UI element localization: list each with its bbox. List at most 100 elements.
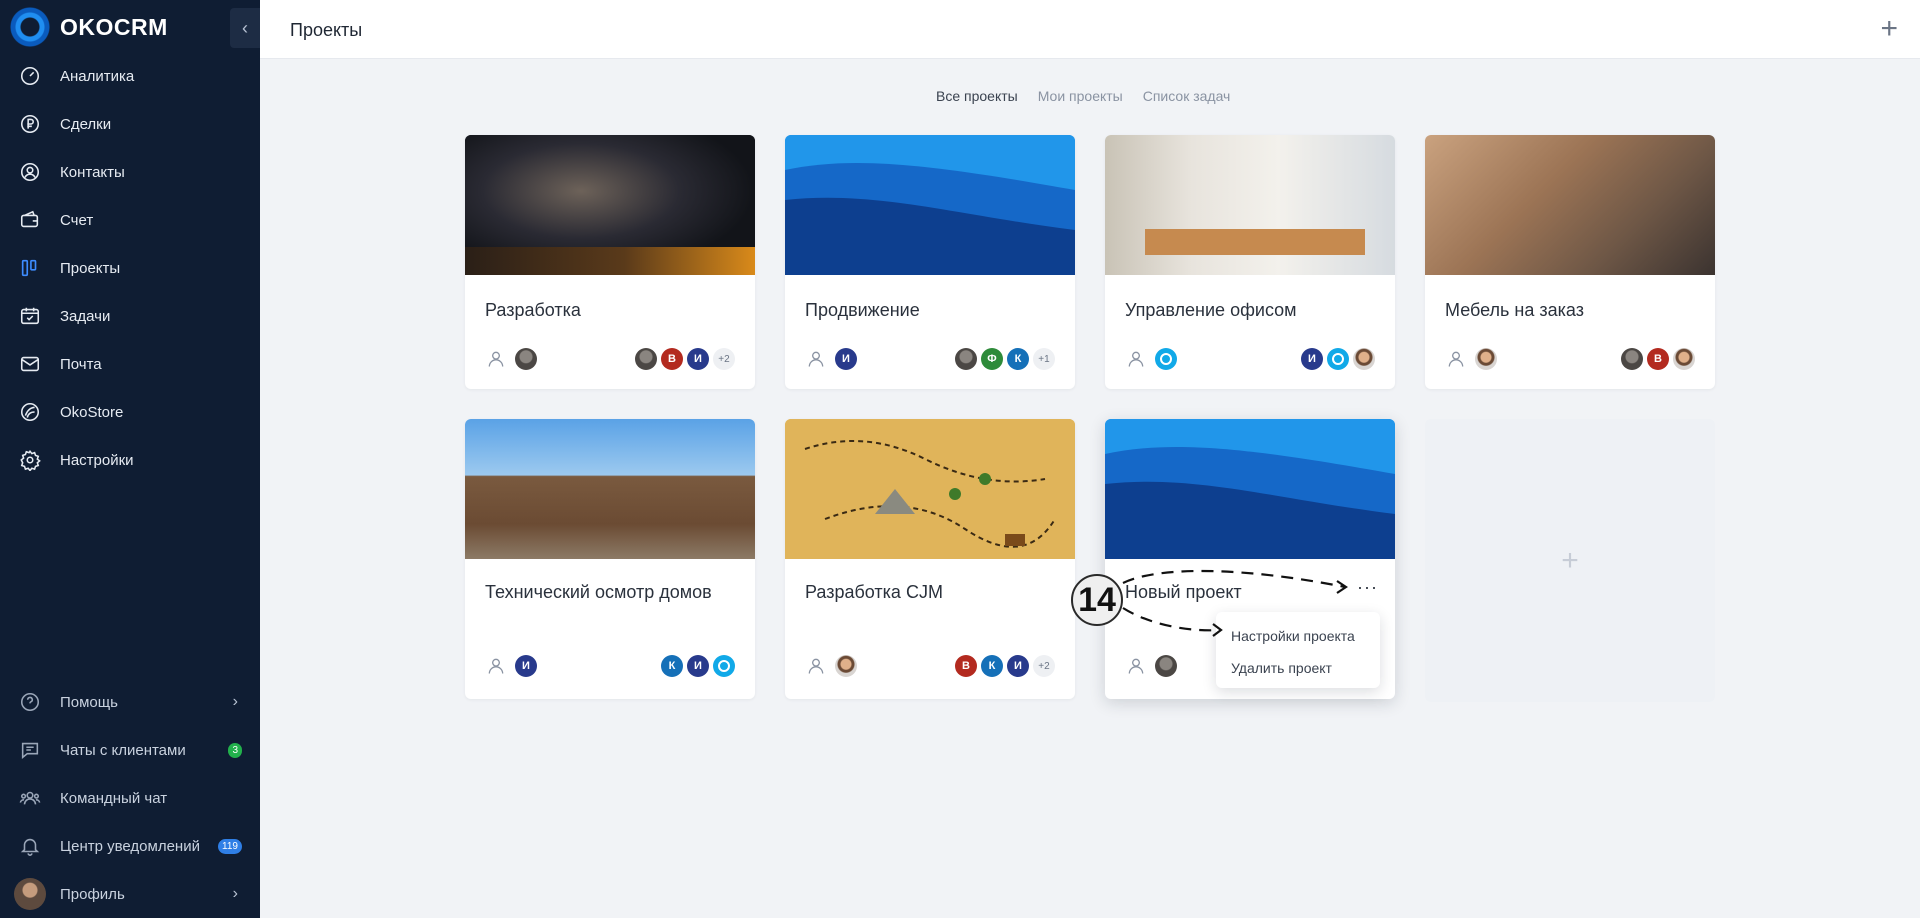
owner-avatar[interactable]	[1155, 655, 1177, 677]
member-avatar[interactable]: И	[1301, 348, 1323, 370]
add-project-card[interactable]: +	[1425, 419, 1715, 702]
sidebar-item-invoice[interactable]: Счет	[0, 196, 260, 244]
collapse-sidebar-button[interactable]: ‹	[230, 8, 260, 48]
main-nav: Аналитика Сделки Контакты Счет Проекты З…	[0, 52, 260, 484]
owner-avatar[interactable]: И	[835, 348, 857, 370]
more-members-badge[interactable]: +1	[1033, 348, 1055, 370]
owner-avatar[interactable]	[835, 655, 857, 677]
project-footer: В К И +2	[805, 652, 1055, 680]
owner-avatar[interactable]: И	[515, 655, 537, 677]
sidebar-item-projects[interactable]: Проекты	[0, 244, 260, 292]
owner-icon	[1125, 655, 1147, 677]
sidebar: OKOCRM ‹ Аналитика Сделки Контакты Счет …	[0, 0, 260, 918]
sidebar-item-analytics[interactable]: Аналитика	[0, 52, 260, 100]
gauge-icon	[18, 64, 42, 88]
project-title: Разработка	[485, 300, 581, 320]
gear-icon	[18, 448, 42, 472]
tab-all-projects[interactable]: Все проекты	[936, 88, 1018, 104]
owner-icon	[805, 655, 827, 677]
project-footer: И Ф К +1	[805, 345, 1055, 373]
wallet-icon	[18, 208, 42, 232]
sidebar-item-deals[interactable]: Сделки	[0, 100, 260, 148]
project-tabs: Все проекты Мои проекты Список задач	[936, 88, 1230, 104]
sidebar-item-okostore[interactable]: OkoStore	[0, 388, 260, 436]
calendar-check-icon	[18, 304, 42, 328]
member-avatar[interactable]: И	[687, 348, 709, 370]
member-avatar[interactable]	[955, 348, 977, 370]
member-avatar[interactable]	[1327, 348, 1349, 370]
project-title: Технический осмотр домов	[485, 582, 712, 602]
sidebar-item-team-chat[interactable]: Командный чат	[0, 774, 260, 822]
treasure-map-graphic	[785, 419, 1075, 559]
members-list: В И +2	[635, 348, 735, 370]
member-avatar[interactable]	[713, 655, 735, 677]
notifications-count-badge: 119	[218, 838, 242, 854]
sidebar-item-label: Почта	[60, 355, 102, 373]
owner-avatar[interactable]	[1155, 348, 1177, 370]
project-footer: И К И	[485, 652, 735, 680]
member-avatar[interactable]: К	[1007, 348, 1029, 370]
add-project-button[interactable]: +	[1880, 12, 1898, 46]
member-avatar[interactable]: В	[661, 348, 683, 370]
sidebar-item-mail[interactable]: Почта	[0, 340, 260, 388]
sidebar-item-help[interactable]: Помощь ›	[0, 678, 260, 726]
sidebar-item-settings[interactable]: Настройки	[0, 436, 260, 484]
member-avatar[interactable]	[635, 348, 657, 370]
brand-name: OKOCRM	[60, 13, 168, 40]
project-more-button[interactable]: ···	[1357, 577, 1378, 598]
more-members-badge[interactable]: +2	[713, 348, 735, 370]
member-avatar[interactable]: И	[1007, 655, 1029, 677]
page-title: Проекты	[290, 20, 363, 40]
owner-icon	[1125, 348, 1147, 370]
menu-item-delete-project[interactable]: Удалить проект	[1216, 652, 1380, 684]
sidebar-item-label: Проекты	[60, 259, 121, 277]
project-card[interactable]: Мебель на заказ В	[1425, 135, 1715, 389]
project-title: Мебель на заказ	[1445, 300, 1584, 320]
project-title: Новый проект	[1125, 582, 1242, 602]
project-card[interactable]: Разработка CJM В К И +2	[785, 419, 1075, 699]
sidebar-item-label: Командный чат	[60, 789, 168, 807]
owner-avatar[interactable]	[515, 348, 537, 370]
project-card[interactable]: Управление офисом И	[1105, 135, 1395, 389]
member-avatar[interactable]	[1353, 348, 1375, 370]
owner-avatar[interactable]	[1475, 348, 1497, 370]
member-avatar[interactable]	[1621, 348, 1643, 370]
wave-cover-graphic	[1105, 419, 1395, 559]
member-avatar[interactable]	[1673, 348, 1695, 370]
project-cover-image	[1425, 135, 1715, 275]
project-card[interactable]: Продвижение И Ф К +1	[785, 135, 1075, 389]
brand[interactable]: OKOCRM	[10, 6, 168, 48]
project-cover-image	[1105, 419, 1395, 559]
project-title: Разработка CJM	[805, 582, 943, 602]
sidebar-item-tasks[interactable]: Задачи	[0, 292, 260, 340]
user-circle-icon	[18, 160, 42, 184]
chevron-left-icon: ‹	[242, 17, 248, 38]
member-avatar[interactable]: К	[661, 655, 683, 677]
member-avatar[interactable]: В	[955, 655, 977, 677]
sidebar-item-label: Настройки	[60, 451, 134, 469]
brand-logo-icon	[10, 7, 50, 47]
sidebar-item-profile[interactable]: Профиль ›	[0, 870, 260, 918]
tab-task-list[interactable]: Список задач	[1143, 88, 1231, 104]
menu-item-project-settings[interactable]: Настройки проекта	[1216, 620, 1380, 652]
sidebar-item-client-chats[interactable]: Чаты с клиентами 3	[0, 726, 260, 774]
members-list: Ф К +1	[955, 348, 1055, 370]
project-cover-image	[785, 135, 1075, 275]
member-avatar[interactable]: К	[981, 655, 1003, 677]
tab-my-projects[interactable]: Мои проекты	[1038, 88, 1123, 104]
project-cover-image	[465, 135, 755, 275]
member-avatar[interactable]: Ф	[981, 348, 1003, 370]
sidebar-item-label: Помощь	[60, 693, 118, 711]
owner-icon	[1445, 348, 1467, 370]
sidebar-item-label: Счет	[60, 211, 94, 229]
sidebar-item-notifications[interactable]: Центр уведомлений 119	[0, 822, 260, 870]
sidebar-item-contacts[interactable]: Контакты	[0, 148, 260, 196]
members-list: И	[1301, 348, 1375, 370]
project-card[interactable]: Разработка В И +2	[465, 135, 755, 389]
member-avatar[interactable]: В	[1647, 348, 1669, 370]
step-number-marker: 14	[1071, 574, 1123, 626]
project-card[interactable]: Технический осмотр домов И К И	[465, 419, 755, 699]
member-avatar[interactable]: И	[687, 655, 709, 677]
more-members-badge[interactable]: +2	[1033, 655, 1055, 677]
wave-cover-graphic	[785, 135, 1075, 275]
